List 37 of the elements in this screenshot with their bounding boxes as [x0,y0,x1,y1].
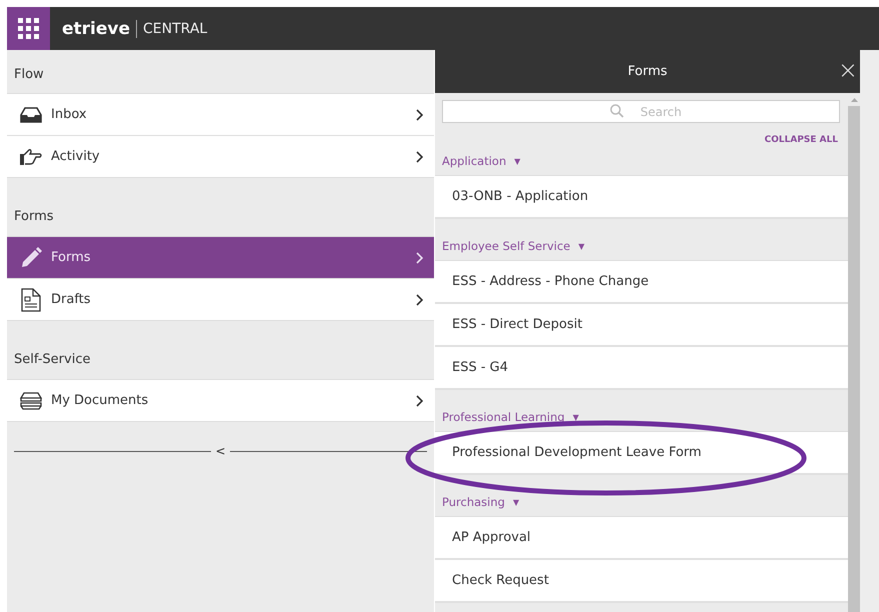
group-toggle[interactable]: Employee Self Service ▼ [442,239,585,253]
pointing-hand-icon [19,148,43,166]
nav-item[interactable]: Forms [7,237,434,279]
tray-icon [19,106,43,122]
pencil-icon [19,246,43,268]
logo-wordmark: etrieve [62,18,130,38]
nav-item[interactable]: Inbox [7,94,434,136]
form-list-item[interactable]: 03-ONB - Application [435,176,848,219]
form-list-item[interactable]: ESS - G4 [435,347,848,390]
form-list-item[interactable]: Check Request [435,560,848,603]
apps-grid-button[interactable] [7,7,50,50]
chevron-right-icon [416,294,424,306]
search-field[interactable]: Search [442,100,840,123]
chevron-right-icon [416,108,424,120]
chevron-right-icon [416,394,424,406]
chevron-right-icon [416,252,424,264]
close-button[interactable]: × [838,58,858,82]
stacked-trays-icon [19,392,43,410]
collapse-handle[interactable]: < [215,444,226,458]
collapse-all-link[interactable]: COLLAPSE ALL [764,135,838,145]
form-list-item[interactable]: AP Approval [435,517,848,560]
group-toggle[interactable]: Professional Learning ▼ [442,410,579,424]
nav-item[interactable]: My Documents [7,380,434,422]
product-name: CENTRAL [143,20,208,36]
form-list-item[interactable]: ESS - Address - Phone Change [435,261,848,304]
document-icon [19,288,43,312]
nav-item[interactable]: Activity [7,136,434,178]
form-list-item[interactable]: ESS - Direct Deposit [435,304,848,347]
grid-icon [18,18,39,39]
group-toggle[interactable]: Purchasing ▼ [442,495,520,509]
chevron-right-icon [416,150,424,162]
search-icon [610,104,624,118]
scroll-up-icon [850,98,858,102]
form-list-item[interactable]: Professional Development Leave Form [435,432,848,475]
group-toggle[interactable]: Application ▼ [442,154,520,168]
panel-title: Forms [628,64,668,79]
nav-item[interactable]: Drafts [7,279,434,321]
